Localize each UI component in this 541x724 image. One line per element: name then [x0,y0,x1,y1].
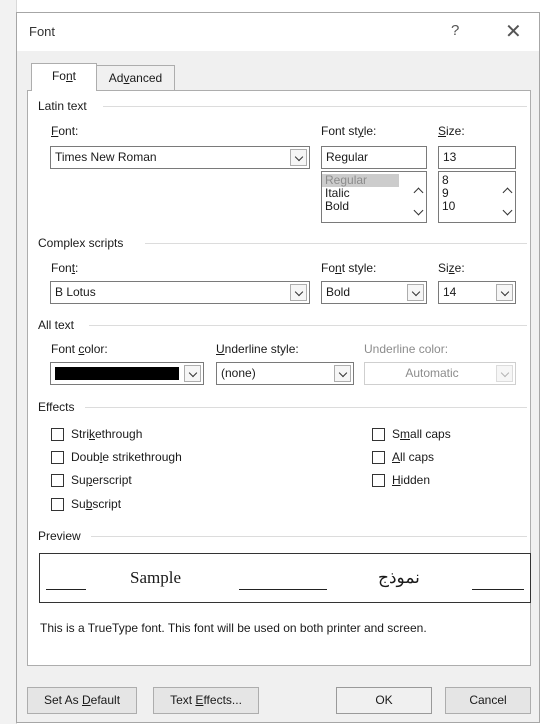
latin-style-list[interactable]: Regular Italic Bold [321,171,427,223]
complex-group-label: Complex scripts [38,236,128,250]
checkbox-label: Strikethrough [71,427,143,441]
latin-group-label: Latin text [38,99,91,113]
tab-advanced[interactable]: Advanced [97,65,175,91]
tab-font[interactable]: Font [31,63,97,91]
chevron-down-icon [496,365,513,382]
dialog-title: Font [29,24,56,39]
checkbox-label: Hidden [392,473,431,487]
complex-style-combo[interactable]: Bold [321,281,427,304]
font-dialog: Font ? ✕ Font Advanced Latin text Font: … [16,12,540,723]
checkbox-box[interactable] [372,428,385,441]
set-as-default-button[interactable]: Set As Default [27,687,137,714]
latin-font-label: Font: [51,124,79,138]
complex-group-line [145,243,527,244]
underline-color-value: Automatic [405,366,459,380]
checkbox-box[interactable] [51,498,64,511]
latin-size-list[interactable]: 8 9 10 [438,171,516,223]
preview-box: Sample نموذج [39,553,531,603]
complex-font-value: B Lotus [55,285,96,299]
title-bar: Font ? ✕ [17,13,539,51]
preview-sample-complex: نموذج [378,568,420,587]
font-color-label: Font color: [51,342,108,356]
color-swatch [55,367,179,380]
cancel-button[interactable]: Cancel [445,687,531,714]
checkbox-label: Double strikethrough [71,450,182,464]
checkbox-box[interactable] [372,474,385,487]
chevron-down-icon[interactable] [290,149,307,166]
background-window [0,0,17,724]
checkbox-label: All caps [392,450,435,464]
latin-font-value: Times New Roman [55,150,157,164]
chevron-down-icon[interactable] [496,284,513,301]
checkbox-label: Superscript [71,473,132,487]
latin-style-input[interactable]: Regular [321,146,427,169]
help-button[interactable]: ? [451,22,459,39]
complex-font-combo[interactable]: B Lotus [50,281,310,304]
complex-size-combo[interactable]: 14 [438,281,516,304]
alltext-group-line [89,325,527,326]
preview-rule [239,589,327,590]
underline-style-value: (none) [221,366,256,380]
chevron-down-icon[interactable] [334,365,351,382]
checkbox-box[interactable] [51,428,64,441]
chevron-down-icon[interactable] [290,284,307,301]
latin-group-line [103,106,527,107]
preview-group-line [91,536,527,537]
chevron-down-icon[interactable] [407,284,424,301]
latin-size-input[interactable]: 13 [438,146,516,169]
checkbox-label: Small caps [392,427,451,441]
latin-font-combo[interactable]: Times New Roman [50,146,310,169]
underline-color-label: Underline color: [364,342,449,356]
latin-size-label: Size: [438,124,465,138]
complex-size-value: 14 [443,285,457,299]
truetype-note: This is a TrueType font. This font will … [40,621,427,635]
checkbox-label: Subscript [71,497,122,511]
latin-style-label: Font style: [321,124,377,138]
preview-group-label: Preview [38,529,85,543]
complex-style-value: Bold [326,285,351,299]
checkbox-box[interactable] [51,451,64,464]
complex-font-label: Font: [51,261,79,275]
preview-rule [472,589,524,590]
checkbox-box[interactable] [51,474,64,487]
list-item-bold[interactable]: Bold [322,200,426,213]
complex-style-label: Font style: [321,261,377,275]
checkbox-box[interactable] [372,451,385,464]
preview-sample-latin: Sample [130,568,181,587]
alltext-group-label: All text [38,318,79,332]
effects-group-line [85,407,527,408]
effects-group-label: Effects [38,400,79,414]
text-effects-button[interactable]: Text Effects... [153,687,259,714]
chevron-down-icon[interactable] [184,365,201,382]
close-button[interactable]: ✕ [505,19,522,44]
underline-color-combo: Automatic [364,362,516,385]
preview-rule [46,589,86,590]
underline-style-label: Underline style: [216,342,299,356]
ok-button[interactable]: OK [336,687,432,714]
list-item-8[interactable]: 8 [439,174,515,187]
complex-size-label: Size: [438,261,465,275]
underline-style-combo[interactable]: (none) [216,362,354,385]
font-color-combo[interactable] [50,362,204,385]
